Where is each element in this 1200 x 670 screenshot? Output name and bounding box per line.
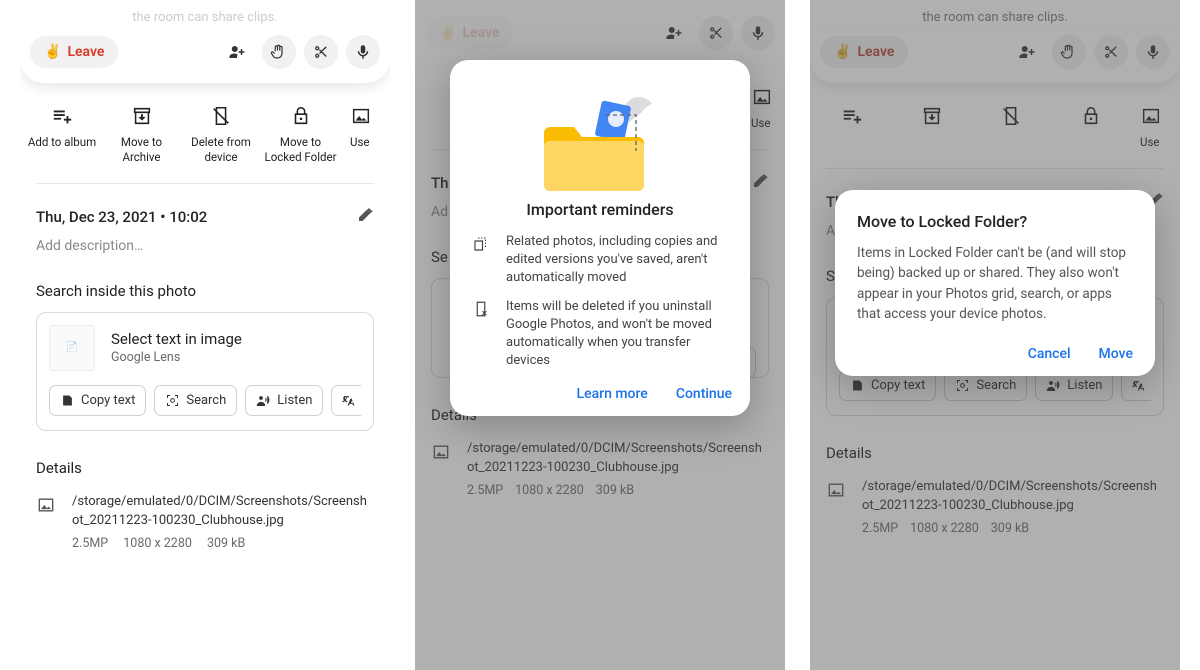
lens-thumbnail: 📄: [49, 325, 95, 371]
mic-icon[interactable]: [346, 35, 380, 69]
add-person-icon[interactable]: [220, 35, 254, 69]
learn-more-button[interactable]: Learn more: [577, 386, 648, 402]
lens-card: 📄 Select text in image Google Lens Copy …: [36, 312, 374, 431]
move-to-locked-modal: Move to Locked Folder? Items in Locked F…: [835, 190, 1155, 376]
file-resolution: 1080 x 2280: [123, 536, 192, 551]
modal-title: Move to Locked Folder?: [857, 212, 1133, 231]
phone-x-icon: [472, 300, 492, 371]
file-size: 309 kB: [207, 536, 245, 551]
search-inside-label: Search inside this photo: [36, 282, 374, 300]
file-megapixels: 2.5MP: [72, 536, 108, 551]
peace-emoji: ✌️: [44, 44, 61, 60]
add-to-album-button[interactable]: Add to album: [26, 103, 98, 165]
no-phone-icon: [185, 103, 257, 129]
reminder-2-text: Items will be deleted if you uninstall G…: [506, 298, 728, 371]
continue-button[interactable]: Continue: [676, 386, 732, 402]
club-caption: the room can share clips.: [20, 0, 390, 29]
important-reminders-modal: Important reminders Related photos, incl…: [450, 60, 750, 416]
image-file-icon: [36, 495, 58, 522]
modal-body: Items in Locked Folder can't be (and wil…: [857, 243, 1133, 324]
details-label: Details: [36, 459, 374, 477]
leave-button[interactable]: ✌️ Leave: [30, 36, 118, 68]
search-chip[interactable]: Search: [154, 385, 237, 416]
leave-label: Leave: [67, 44, 104, 60]
move-button[interactable]: Move: [1099, 346, 1133, 362]
reminder-1-text: Related photos, including copies and edi…: [506, 233, 728, 288]
lock-icon: [265, 103, 337, 129]
playlist-add-icon: [26, 103, 98, 129]
move-to-archive-button[interactable]: Move to Archive: [106, 103, 178, 165]
modal-title: Important reminders: [468, 200, 732, 219]
clip-scissors-icon[interactable]: [304, 35, 338, 69]
image-icon: [350, 103, 384, 129]
delete-from-device-button[interactable]: Delete from device: [185, 103, 257, 165]
copy-text-chip[interactable]: Copy text: [49, 385, 146, 416]
use-as-button[interactable]: Use: [344, 103, 384, 165]
raise-hand-icon[interactable]: [262, 35, 296, 69]
photo-datetime: Thu, Dec 23, 2021 • 10:02: [36, 208, 207, 226]
cancel-button[interactable]: Cancel: [1028, 346, 1071, 362]
folder-illustration: [468, 80, 732, 200]
lens-title: Select text in image: [111, 330, 242, 348]
lens-subtitle: Google Lens: [111, 350, 242, 365]
copies-icon: [472, 235, 492, 288]
description-input[interactable]: Add description…: [36, 238, 374, 254]
details-file-row: /storage/emulated/0/DCIM/Screenshots/Scr…: [20, 477, 390, 553]
club-bar: ✌️ Leave: [20, 29, 390, 83]
translate-chip[interactable]: T: [331, 385, 361, 416]
archive-icon: [106, 103, 178, 129]
file-path: /storage/emulated/0/DCIM/Screenshots/Scr…: [72, 493, 374, 531]
listen-chip[interactable]: Listen: [245, 385, 323, 416]
edit-datetime-icon[interactable]: [356, 206, 374, 228]
move-to-locked-button[interactable]: Move to Locked Folder: [265, 103, 337, 165]
action-strip: Add to album Move to Archive Delete from…: [20, 83, 390, 183]
